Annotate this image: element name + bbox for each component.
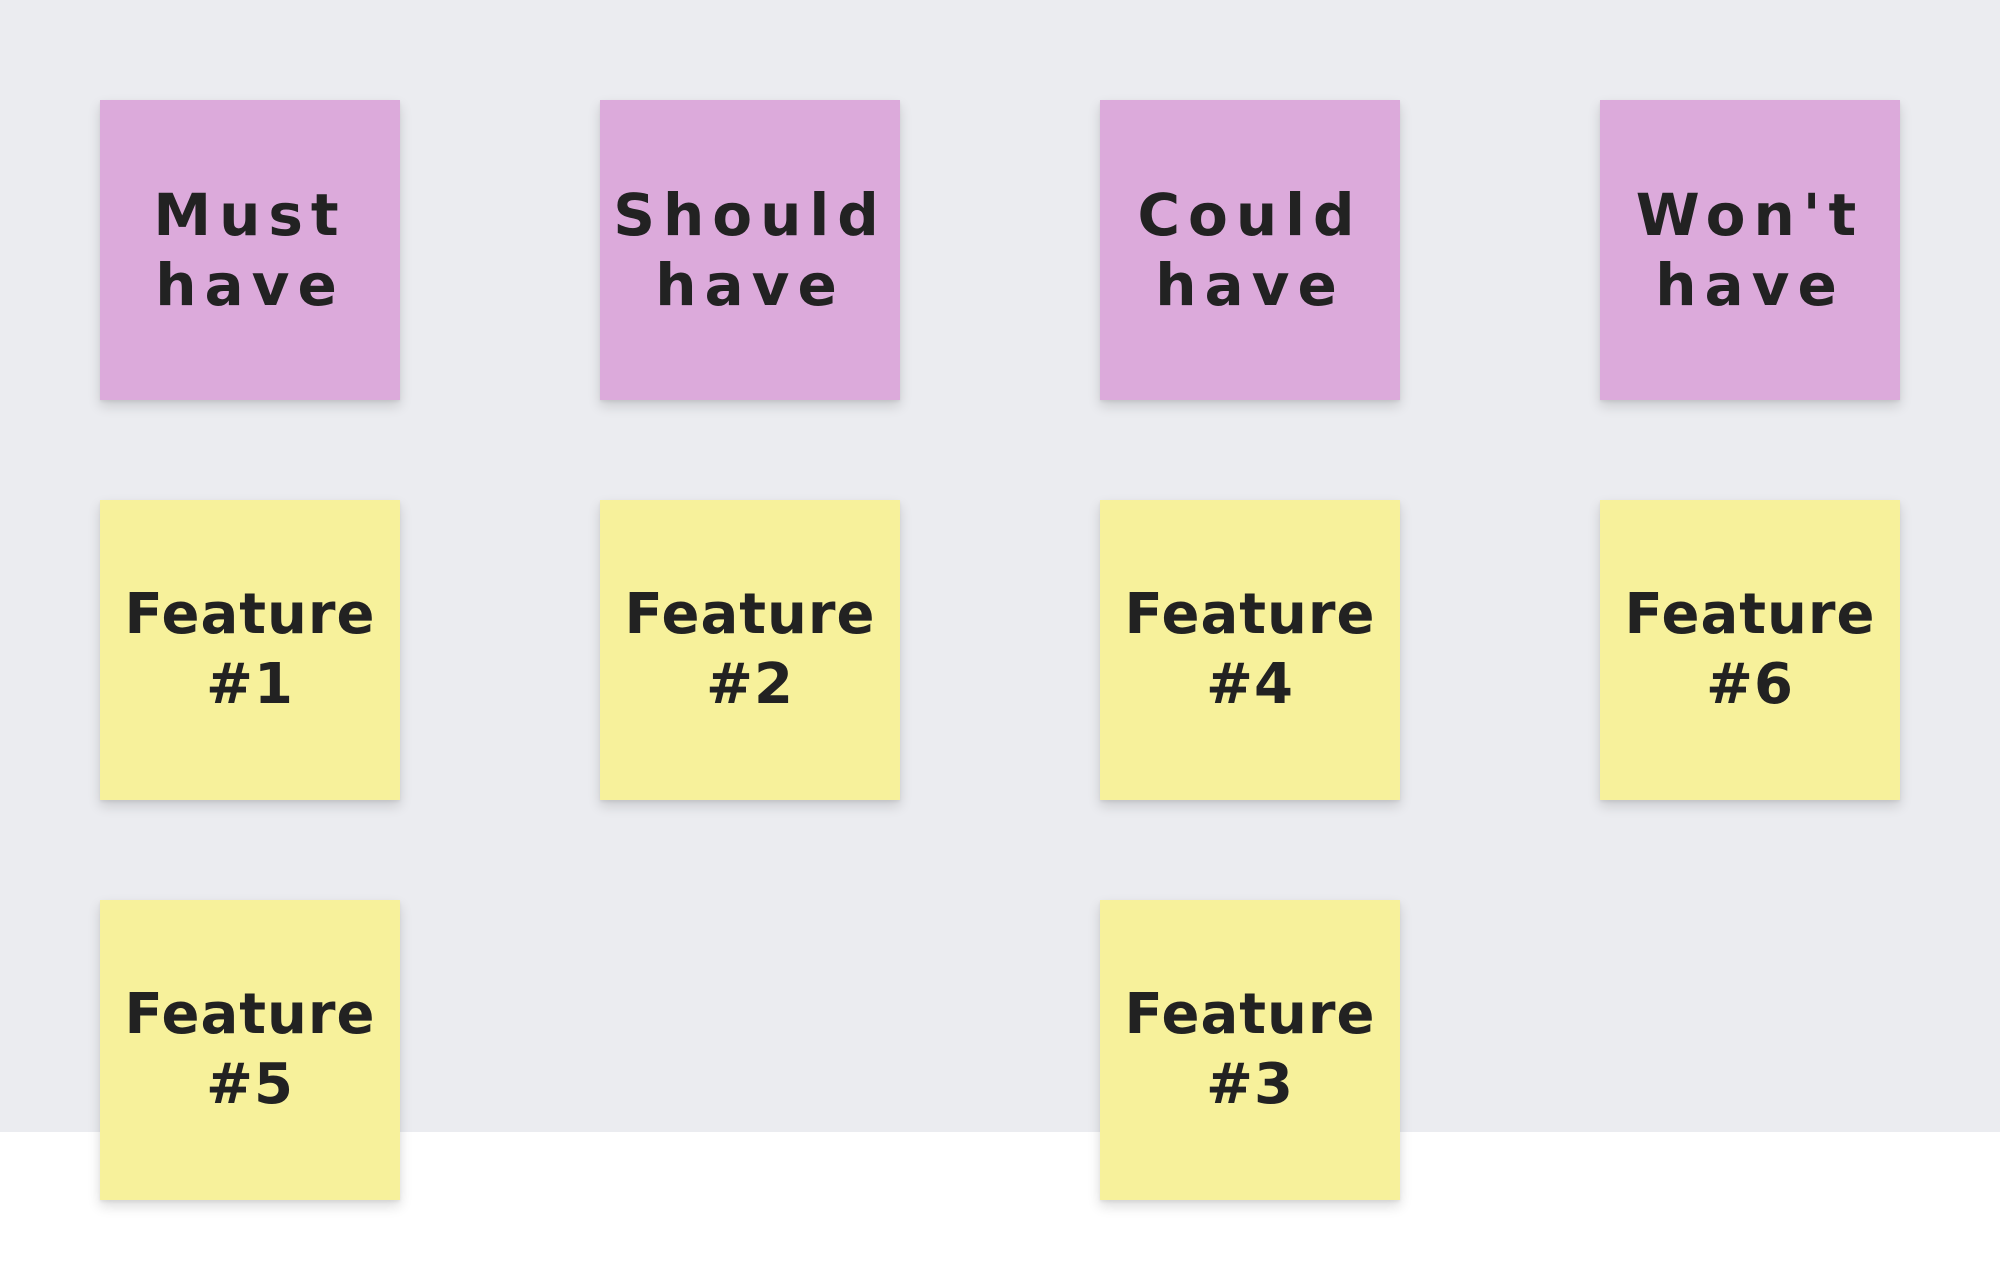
note-text: Must have (153, 181, 347, 319)
note-text: Feature #1 (124, 582, 376, 717)
sticky-note-feature-3[interactable]: Feature #3 (1100, 900, 1400, 1200)
note-text: Should have (613, 181, 887, 319)
sticky-note-must-have[interactable]: Must have (100, 100, 400, 400)
sticky-note-feature-2[interactable]: Feature #2 (600, 500, 900, 800)
sticky-note-feature-5[interactable]: Feature #5 (100, 900, 400, 1200)
sticky-note-could-have[interactable]: Could have (1100, 100, 1400, 400)
sticky-note-feature-4[interactable]: Feature #4 (1100, 500, 1400, 800)
note-text: Feature #5 (124, 982, 376, 1117)
note-text: Won't have (1635, 181, 1865, 319)
sticky-note-feature-1[interactable]: Feature #1 (100, 500, 400, 800)
note-text: Feature #6 (1624, 582, 1876, 717)
note-text: Could have (1137, 181, 1363, 319)
note-text: Feature #4 (1124, 582, 1376, 717)
note-text: Feature #2 (624, 582, 876, 717)
sticky-note-should-have[interactable]: Should have (600, 100, 900, 400)
sticky-note-feature-6[interactable]: Feature #6 (1600, 500, 1900, 800)
note-text: Feature #3 (1124, 982, 1376, 1117)
sticky-note-wont-have[interactable]: Won't have (1600, 100, 1900, 400)
